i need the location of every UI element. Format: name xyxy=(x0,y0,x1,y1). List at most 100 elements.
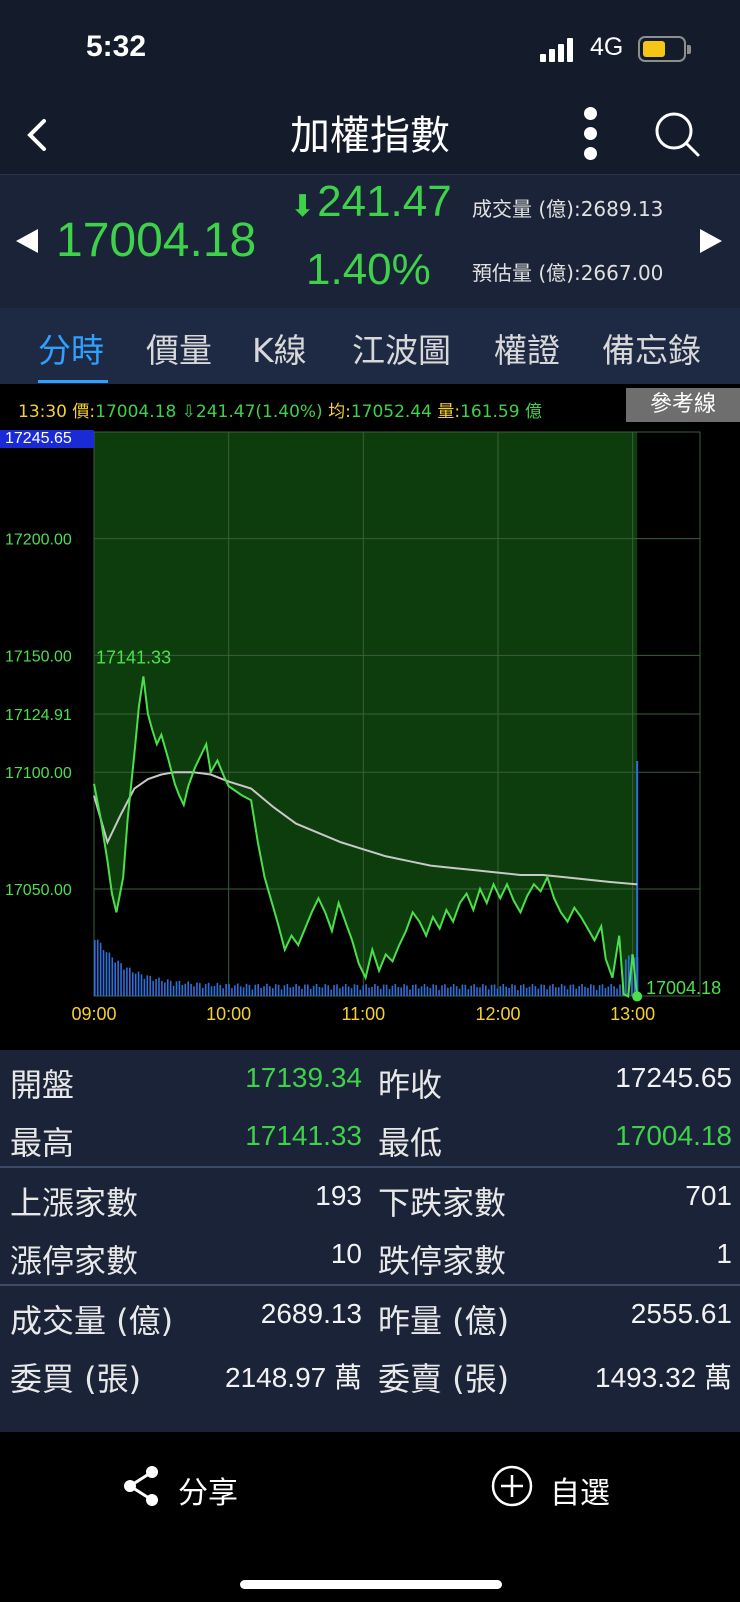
volume-bar xyxy=(99,942,102,996)
signal-icon xyxy=(540,38,576,62)
volume-bar xyxy=(455,986,458,996)
tab-warrants[interactable]: 權證 xyxy=(494,324,560,372)
volume-bar xyxy=(525,987,528,996)
open-label: 開盤 xyxy=(10,1066,75,1104)
tab-price-volume[interactable]: 價量 xyxy=(146,324,212,372)
volume-bar xyxy=(479,987,481,996)
limit-up-value: 10 xyxy=(330,1238,362,1269)
page-title: 加權指數 xyxy=(290,113,450,159)
volume-bar xyxy=(598,985,601,996)
volume-bar xyxy=(417,988,420,996)
volume-bar xyxy=(201,987,204,996)
volume-bar xyxy=(292,986,295,996)
volume-bar xyxy=(96,939,99,996)
volume-bar xyxy=(464,984,467,996)
stats-row-open-prev: 開盤 17139.34 昨收 17245.65 xyxy=(0,1050,740,1108)
volume-bar xyxy=(391,985,394,996)
volume-bar xyxy=(120,963,122,996)
volume-bar xyxy=(283,985,286,996)
volume-bar xyxy=(339,988,341,996)
volume-bar xyxy=(528,986,531,996)
y-axis-label: 17050.00 xyxy=(5,882,72,899)
volume-bar xyxy=(519,985,522,996)
volume-bar xyxy=(397,987,400,996)
home-indicator xyxy=(240,1580,502,1589)
search-button[interactable] xyxy=(650,107,706,163)
volume-bar xyxy=(377,985,379,996)
volume-bar xyxy=(102,950,105,996)
x-axis-label: 09:00 xyxy=(71,1004,116,1024)
volume-bar xyxy=(438,989,440,996)
volume-bar xyxy=(592,985,595,996)
high-label: 最高 xyxy=(10,1124,75,1162)
tab-wave-chart[interactable]: 江波圖 xyxy=(352,324,451,372)
tab-kline[interactable]: K線 xyxy=(252,324,307,372)
volume-bar xyxy=(336,984,338,996)
volume-bar xyxy=(239,986,242,996)
volume-bar xyxy=(590,984,592,996)
stats-panel: 開盤 17139.34 昨收 17245.65 最高 17141.33 最低 1… xyxy=(0,1050,740,1432)
add-watchlist-button[interactable]: 自選 xyxy=(490,1464,610,1514)
next-stock-button[interactable] xyxy=(700,229,722,253)
volume-bar xyxy=(406,985,408,996)
volume-bar xyxy=(461,984,464,996)
volume-bar xyxy=(473,984,475,996)
volume-bar xyxy=(234,985,236,996)
volume-bar xyxy=(441,985,443,996)
volume-bar xyxy=(199,983,201,996)
volume-bar xyxy=(546,989,548,996)
volume-bar xyxy=(330,989,332,996)
volume-bar xyxy=(353,984,356,996)
volume-bar xyxy=(193,986,195,996)
volume-bar xyxy=(274,984,277,996)
bid-value: 2148.97 萬 xyxy=(225,1362,362,1393)
volume-bar xyxy=(254,984,257,996)
volume-bar xyxy=(587,987,589,996)
volume-bar xyxy=(426,986,429,996)
tab-memo[interactable]: 備忘錄 xyxy=(602,324,701,372)
volume-bar xyxy=(286,984,289,996)
index-change-pct: 1.40% xyxy=(306,245,431,294)
status-time: 5:32 xyxy=(86,30,147,63)
ask-label: 委賣 (張) xyxy=(378,1360,510,1398)
volume-bar xyxy=(248,984,251,996)
volume-bar xyxy=(581,984,583,996)
volume-bar xyxy=(616,988,618,996)
down-arrow-icon: ⬇ xyxy=(290,190,316,223)
stats-row-high-low: 最高 17141.33 最低 17004.18 xyxy=(0,1108,740,1166)
share-label: 分享 xyxy=(178,1476,238,1511)
reference-line-button[interactable]: 參考線 xyxy=(626,388,740,422)
volume-bar xyxy=(549,985,551,996)
y-axis-label: 17150.00 xyxy=(5,648,72,665)
more-button[interactable] xyxy=(576,107,606,163)
tab-intraday[interactable]: 分時 xyxy=(38,324,104,372)
volume-bar xyxy=(196,982,198,996)
volume-bar xyxy=(289,987,292,996)
volume-bar xyxy=(400,987,402,996)
volume-bar xyxy=(429,988,432,996)
stats-row-advance-decline: 上漲家數 193 下跌家數 701 xyxy=(0,1168,740,1226)
volume-bar xyxy=(321,987,324,996)
volume-bar xyxy=(505,986,508,996)
prev-stock-button[interactable] xyxy=(16,229,38,253)
low-label: 最低 xyxy=(378,1124,443,1162)
volume-bar xyxy=(210,986,213,996)
stats-row-limits: 漲停家數 10 跌停家數 1 xyxy=(0,1226,740,1284)
volume-bar xyxy=(181,984,184,996)
bid-label: 委買 (張) xyxy=(10,1360,142,1398)
volume-bar xyxy=(298,985,300,996)
volume-bar xyxy=(333,984,335,996)
volume-bar xyxy=(152,980,154,996)
volume-bar xyxy=(213,986,216,996)
x-axis-label: 10:00 xyxy=(206,1004,251,1024)
volume-bar xyxy=(613,986,615,996)
share-button[interactable]: 分享 xyxy=(122,1464,238,1514)
battery-icon xyxy=(638,36,691,62)
intraday-chart[interactable]: 17245.65 17200.00 17150.00 17124.91 17100.00… xyxy=(0,426,740,1050)
volume-bar xyxy=(271,988,274,996)
volume-bar xyxy=(371,986,373,996)
volume-bar xyxy=(228,983,230,996)
volume-bar xyxy=(467,989,470,996)
volume-bar xyxy=(484,985,487,996)
volume-bar xyxy=(146,975,149,996)
